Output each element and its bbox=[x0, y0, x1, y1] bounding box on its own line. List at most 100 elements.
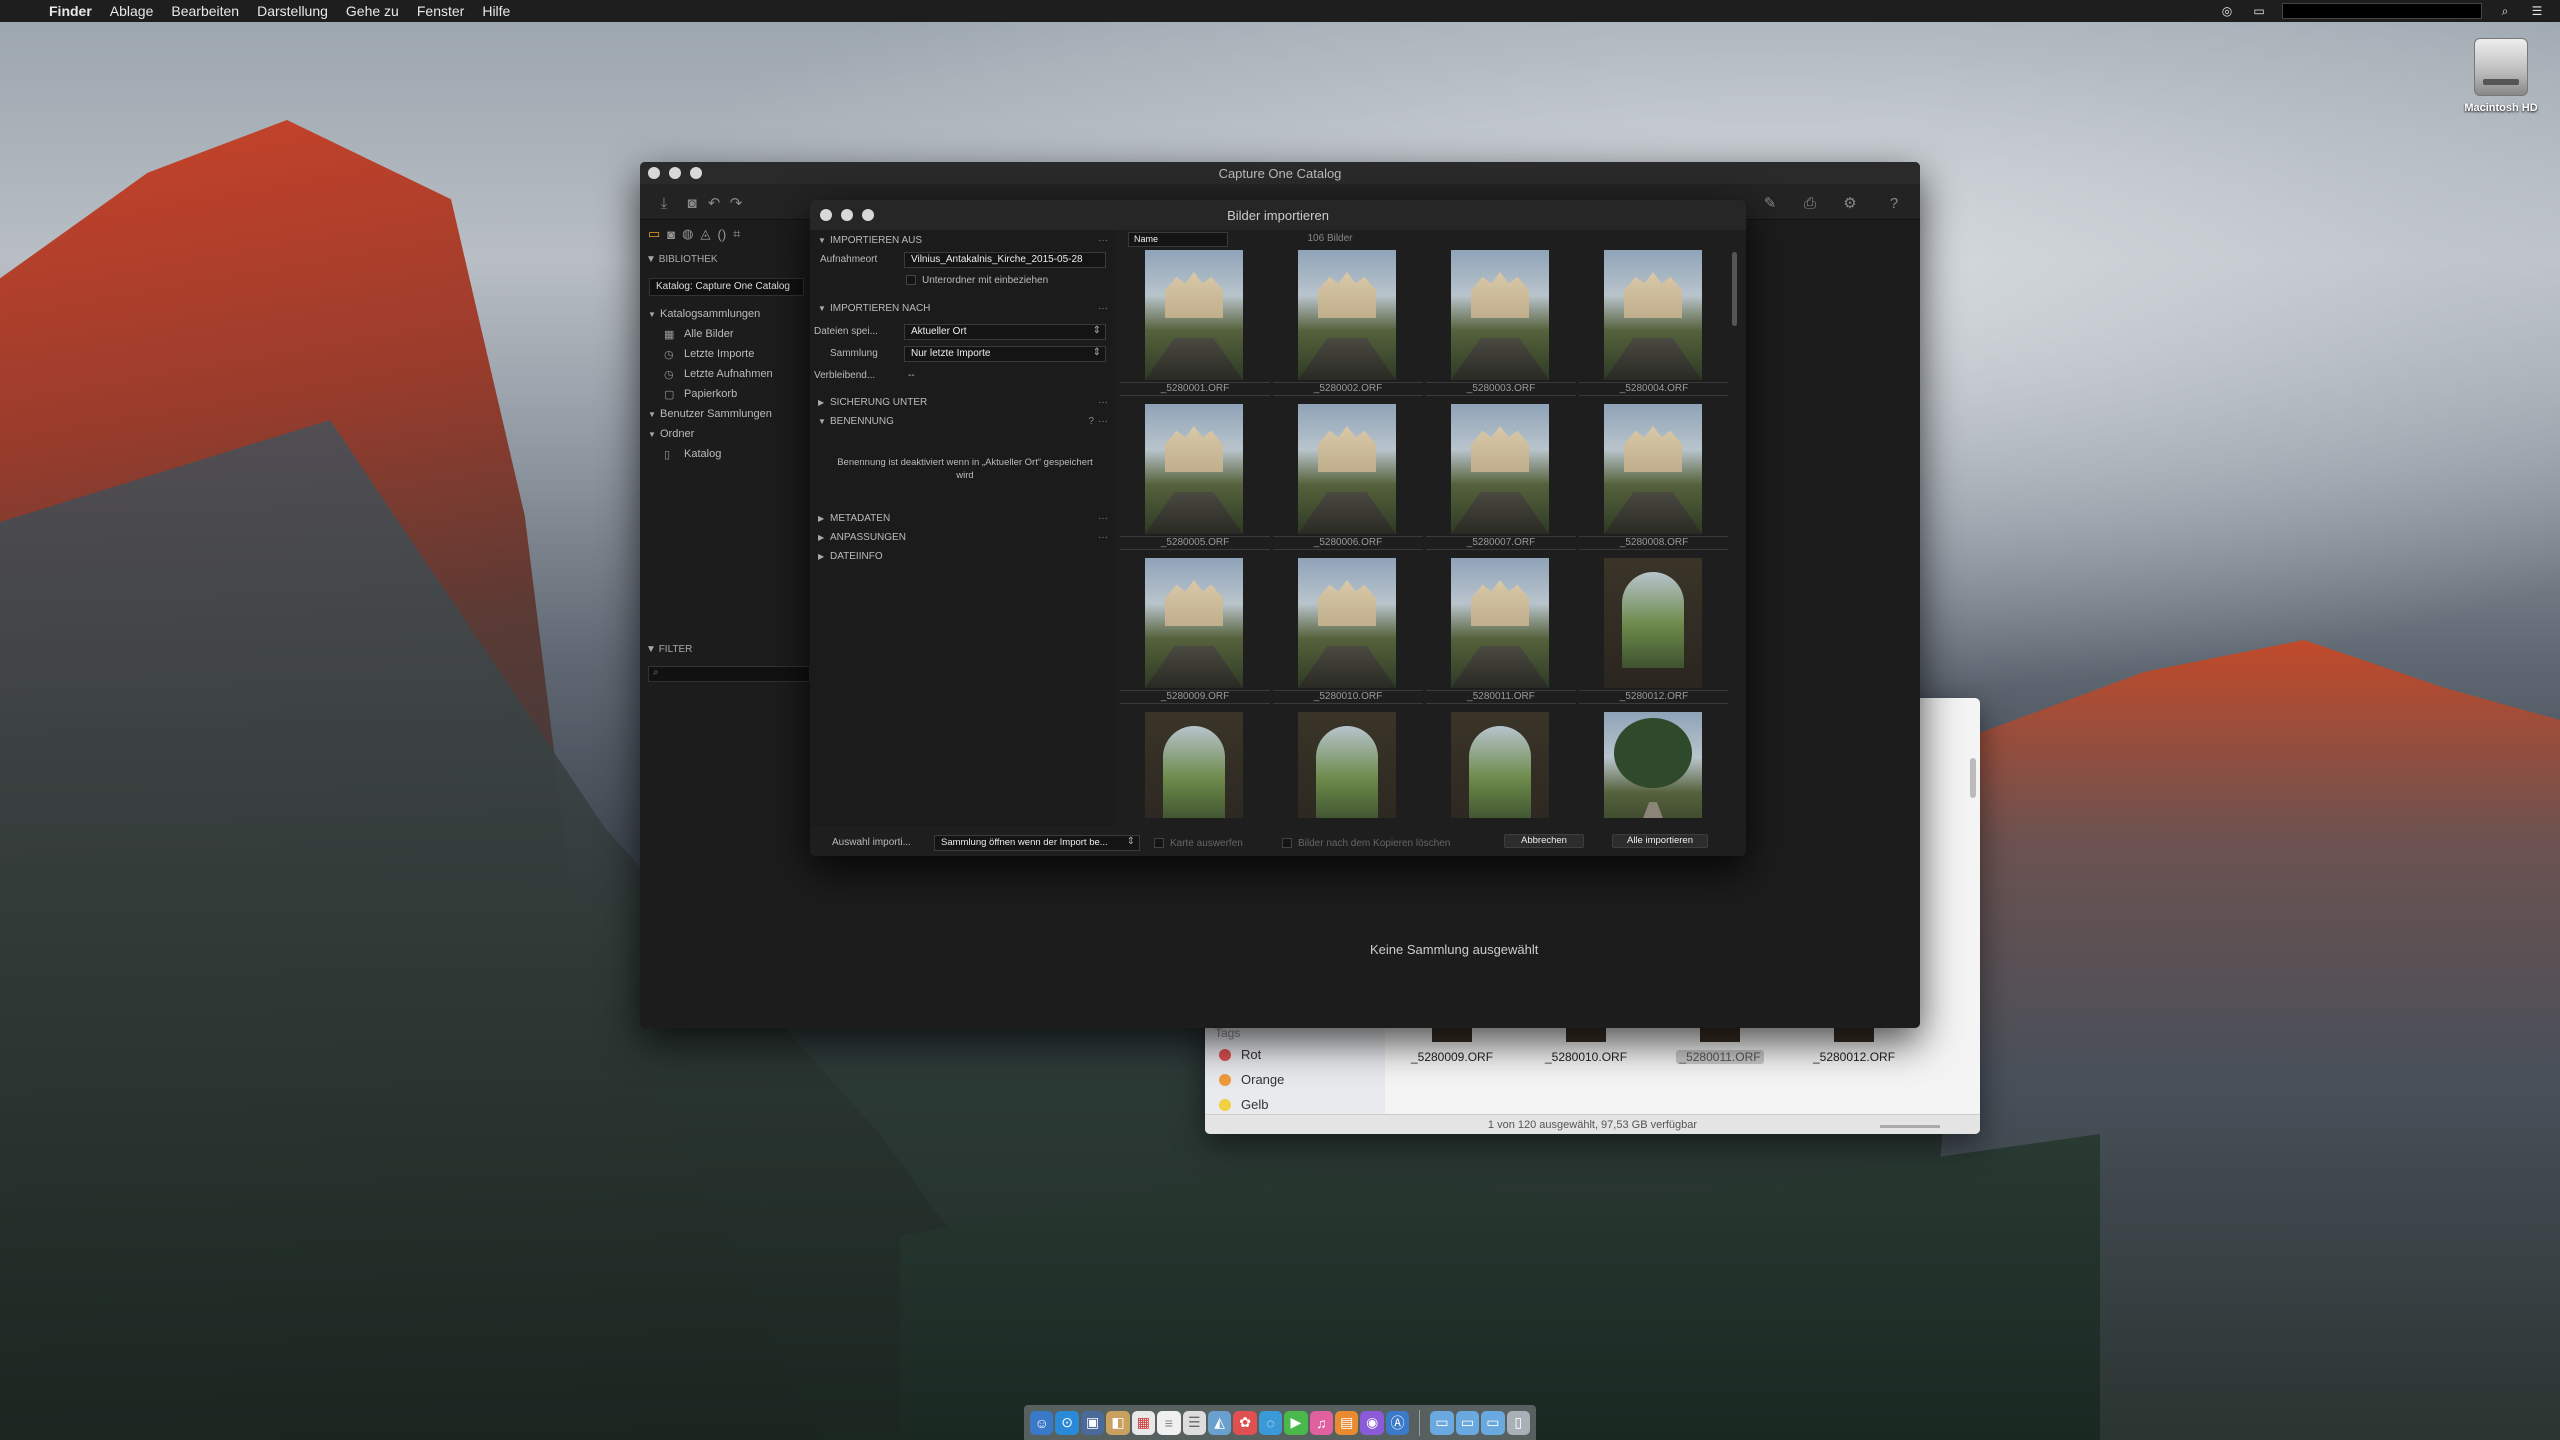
finder-file-item-selected[interactable]: _5280011.ORF bbox=[1653, 1020, 1787, 1115]
import-thumbnail-cell[interactable]: _5280001.ORF bbox=[1120, 248, 1270, 400]
import-thumbnail-cell[interactable]: _5280003.ORF bbox=[1426, 248, 1576, 400]
menu-item-fenster[interactable]: Fenster bbox=[408, 0, 473, 22]
ibooks-dock-icon[interactable]: ▤ bbox=[1335, 1410, 1359, 1435]
finder-icon-size-slider[interactable] bbox=[1880, 1125, 1940, 1128]
collection-select[interactable]: Nur letzte Importe bbox=[904, 346, 1106, 362]
macintosh-hd-desktop-icon[interactable]: Macintosh HD bbox=[2456, 38, 2546, 114]
safari-dock-icon[interactable]: ⊙ bbox=[1055, 1410, 1079, 1435]
import-icon[interactable]: ⤓ bbox=[654, 194, 674, 212]
disclosure-triangle-icon[interactable]: ▼ bbox=[818, 304, 830, 313]
finder-scrollbar[interactable] bbox=[1970, 758, 1976, 798]
import-thumbnail-cell[interactable]: _5280008.ORF bbox=[1579, 402, 1728, 554]
lens-tab-icon[interactable]: () bbox=[718, 227, 727, 242]
disclosure-triangle-icon[interactable]: ▶ bbox=[818, 552, 830, 561]
disclosure-triangle-icon[interactable]: ▼ bbox=[648, 430, 660, 439]
finder-file-item[interactable]: _5280012.ORF bbox=[1787, 1020, 1921, 1115]
crop-tab-icon[interactable]: ⌗ bbox=[733, 226, 740, 242]
photos-app-dock-icon[interactable]: ✿ bbox=[1233, 1410, 1257, 1435]
undo-icon[interactable]: ↶ bbox=[704, 194, 724, 212]
folder-dock-icon[interactable]: ▭ bbox=[1430, 1410, 1454, 1435]
section-fileinfo[interactable]: ▶ DATEIINFO bbox=[818, 548, 1114, 564]
import-thumbnail-cell[interactable] bbox=[1579, 710, 1728, 818]
tree-item-letzte-importe[interactable]: ◷ Letzte Importe bbox=[648, 344, 818, 364]
finder-file-item[interactable]: _5280009.ORF bbox=[1385, 1020, 1519, 1115]
settings-gear-icon[interactable]: ⚙ bbox=[1840, 194, 1860, 212]
cancel-button[interactable]: Abbrechen bbox=[1504, 834, 1584, 848]
finder-tag-orange[interactable]: Orange bbox=[1205, 1067, 1385, 1092]
notification-center-icon[interactable]: ☰ bbox=[2528, 4, 2546, 18]
redo-icon[interactable]: ↷ bbox=[726, 194, 746, 212]
section-backup[interactable]: ▶ SICHERUNG UNTER ··· bbox=[818, 394, 1114, 410]
section-import-from[interactable]: ▼ IMPORTIEREN AUS ··· bbox=[818, 232, 1114, 248]
menu-item-gehe-zu[interactable]: Gehe zu bbox=[337, 0, 408, 22]
spotlight-search-icon[interactable]: ⌕ bbox=[2496, 4, 2514, 18]
tree-item-katalogsammlungen[interactable]: ▼ Katalogsammlungen bbox=[648, 304, 818, 324]
menu-item-hilfe[interactable]: Hilfe bbox=[473, 0, 519, 22]
calendar-dock-icon[interactable]: ▦ bbox=[1131, 1410, 1156, 1435]
disclosure-triangle-icon[interactable]: ▶ bbox=[818, 533, 830, 542]
messages-dock-icon[interactable]: ◌ bbox=[1258, 1410, 1283, 1435]
color-tab-icon[interactable]: ◍ bbox=[682, 226, 693, 242]
reminders-dock-icon[interactable]: ☰ bbox=[1182, 1410, 1206, 1435]
library-section-header[interactable]: ▼ BIBLIOTHEK bbox=[646, 254, 718, 265]
eject-card-checkbox[interactable] bbox=[1154, 838, 1164, 848]
apple-menu-icon[interactable] bbox=[18, 0, 40, 22]
edit-brush-icon[interactable]: ✎ bbox=[1760, 194, 1780, 212]
close-button[interactable] bbox=[648, 167, 660, 179]
close-button[interactable] bbox=[820, 209, 832, 221]
tree-item-benutzer-sammlungen[interactable]: ▼ Benutzer Sammlungen bbox=[648, 404, 818, 424]
library-folder-icon[interactable]: ▭ bbox=[648, 226, 660, 242]
tree-item-ordner[interactable]: ▼ Ordner bbox=[648, 424, 818, 444]
disclosure-triangle-icon[interactable]: ▼ bbox=[818, 236, 830, 245]
finder-dock-icon[interactable]: ☺ bbox=[1030, 1410, 1054, 1435]
section-adjustments[interactable]: ▶ ANPASSUNGEN ··· bbox=[818, 529, 1114, 545]
import-thumbnail-cell[interactable]: _5280004.ORF bbox=[1579, 248, 1728, 400]
contacts-dock-icon[interactable]: ◧ bbox=[1106, 1410, 1130, 1435]
tree-item-papierkorb[interactable]: ▢ Papierkorb bbox=[648, 384, 818, 404]
sort-select[interactable]: Name bbox=[1128, 232, 1228, 247]
import-thumbnail-cell[interactable]: _5280007.ORF bbox=[1426, 402, 1576, 554]
app-store-dock-icon[interactable]: Ⓐ bbox=[1385, 1410, 1410, 1435]
import-thumbnail-cell[interactable] bbox=[1426, 710, 1576, 818]
menu-item-darstellung[interactable]: Darstellung bbox=[248, 0, 337, 22]
section-menu-icon[interactable]: ··· bbox=[1098, 532, 1108, 543]
import-all-button[interactable]: Alle importieren bbox=[1612, 834, 1708, 848]
documents-folder-dock-icon[interactable]: ▭ bbox=[1481, 1410, 1505, 1435]
import-thumbnail-cell[interactable]: _5280005.ORF bbox=[1120, 402, 1270, 554]
after-import-select[interactable]: Sammlung öffnen wenn der Import be... bbox=[934, 835, 1140, 851]
finder-tag-rot[interactable]: Rot bbox=[1205, 1042, 1385, 1067]
import-thumbnail-cell[interactable] bbox=[1120, 710, 1270, 818]
disclosure-triangle-icon[interactable]: ▼ bbox=[648, 410, 660, 419]
itunes-dock-icon[interactable]: ♫ bbox=[1309, 1410, 1334, 1435]
save-location-select[interactable]: Aktueller Ort bbox=[904, 324, 1106, 340]
minimize-button[interactable] bbox=[841, 209, 853, 221]
zoom-button[interactable] bbox=[690, 167, 702, 179]
disclosure-triangle-icon[interactable]: ▶ bbox=[818, 398, 830, 407]
catalog-field[interactable]: Katalog: Capture One Catalog bbox=[649, 278, 804, 296]
disclosure-triangle-icon[interactable]: ▶ bbox=[818, 514, 830, 523]
downloads-folder-dock-icon[interactable]: ▭ bbox=[1455, 1410, 1480, 1435]
section-menu-icon[interactable]: ··· bbox=[1098, 303, 1108, 314]
airplay-display-icon[interactable]: ▭ bbox=[2250, 4, 2268, 18]
disclosure-triangle-icon[interactable]: ▼ bbox=[818, 417, 830, 426]
trash-dock-icon[interactable]: ▯ bbox=[1506, 1410, 1530, 1435]
aufnahmeort-field[interactable]: Vilnius_Antakalnis_Kirche_2015-05-28 bbox=[904, 252, 1106, 268]
section-menu-icon[interactable]: ··· bbox=[1098, 416, 1108, 427]
tree-item-letzte-aufnahmen[interactable]: ◷ Letzte Aufnahmen bbox=[648, 364, 818, 384]
camera-icon[interactable]: ◙ bbox=[682, 194, 702, 212]
section-menu-icon[interactable]: ··· bbox=[1098, 513, 1108, 524]
podcasts-dock-icon[interactable]: ◉ bbox=[1360, 1410, 1384, 1435]
notes-dock-icon[interactable]: ≡ bbox=[1157, 1410, 1181, 1435]
disclosure-triangle-icon[interactable]: ▼ bbox=[648, 310, 660, 319]
section-menu-icon[interactable]: ··· bbox=[1098, 397, 1108, 408]
minimize-button[interactable] bbox=[669, 167, 681, 179]
section-naming[interactable]: ▼ BENENNUNG ? ··· bbox=[818, 413, 1114, 429]
import-thumbnail-cell[interactable]: _5280002.ORF bbox=[1273, 248, 1423, 400]
menu-app-name[interactable]: Finder bbox=[40, 0, 101, 22]
menu-item-bearbeiten[interactable]: Bearbeiten bbox=[162, 0, 248, 22]
tree-item-alle-bilder[interactable]: ▦ Alle Bilder bbox=[648, 324, 818, 344]
subfolders-checkbox[interactable] bbox=[906, 275, 916, 285]
help-icon[interactable]: ? bbox=[1884, 194, 1904, 212]
facetime-dock-icon[interactable]: ▶ bbox=[1284, 1410, 1308, 1435]
tree-item-katalog[interactable]: ▯ Katalog bbox=[648, 444, 818, 464]
